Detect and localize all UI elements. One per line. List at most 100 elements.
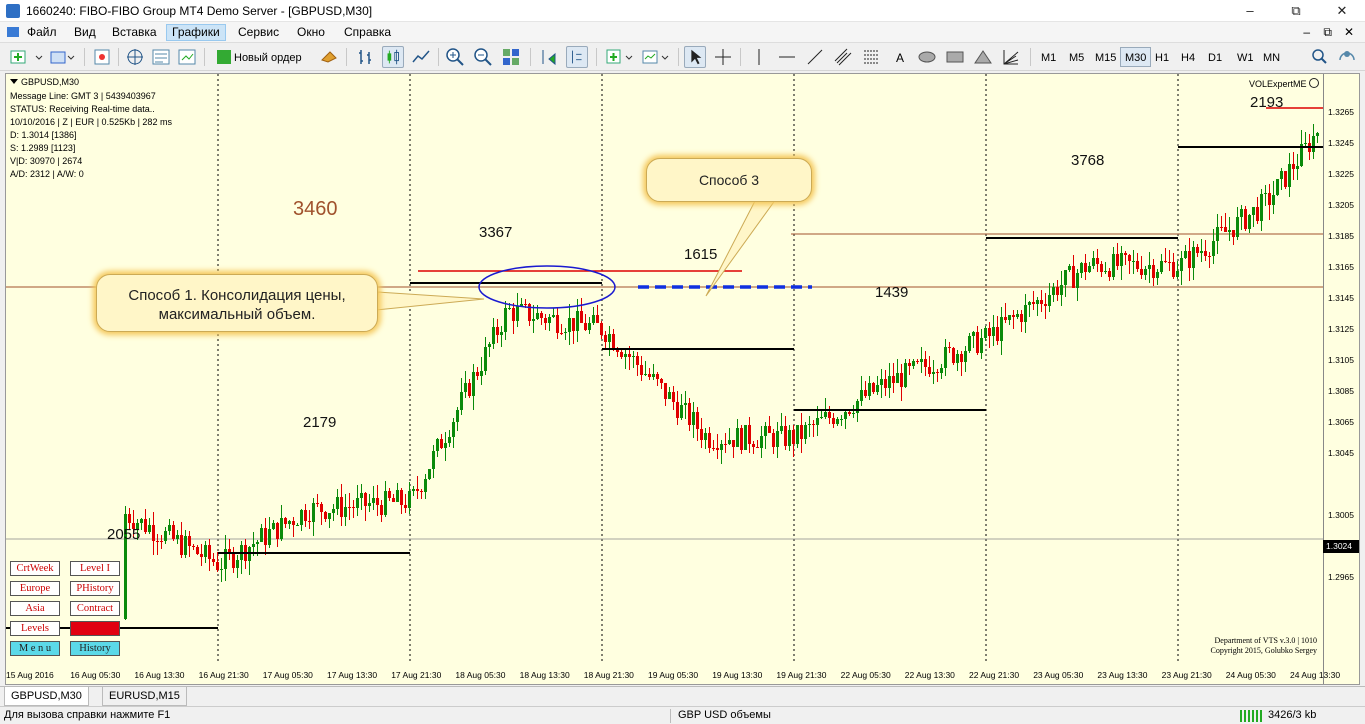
mdi-restore-button[interactable]: ⧉ [1318,24,1337,41]
candle-body [352,507,355,508]
ellipse-icon[interactable] [916,46,938,68]
navigator-icon[interactable] [124,46,146,68]
candle-body [600,323,603,335]
cursor-icon[interactable] [684,46,706,68]
menu-charts[interactable]: Графики [166,24,226,41]
candle-body [236,560,239,568]
terminal-icon[interactable] [150,46,172,68]
time-tick: 24 Aug 05:30 [1225,670,1276,680]
templates-icon[interactable] [640,46,672,68]
candle-body [196,547,199,554]
tab-eurusd-m15[interactable]: EURUSD,M15 [102,687,187,706]
candlestick-icon[interactable] [382,46,404,68]
timeframe-m15[interactable]: M15 [1090,47,1121,67]
search-icon[interactable] [1308,46,1330,68]
timeframe-m30[interactable]: M30 [1120,47,1152,67]
panel-button[interactable]: Asia [10,601,60,616]
panel-button[interactable]: Europe [10,581,60,596]
candle-body [1288,164,1291,187]
new-chart-icon[interactable] [8,46,48,68]
close-button[interactable]: ✕ [1319,0,1365,22]
chart-menu-icon[interactable] [2,24,20,41]
panel-button[interactable]: PHistory [70,581,120,596]
panel-button[interactable]: Level I [70,561,120,576]
volume-label: 3768 [1071,152,1105,169]
tile-windows-icon[interactable] [500,46,522,68]
chart-window[interactable]: GBPUSD,M30 Message Line: GMT 3 | 5439403… [5,73,1360,685]
new-order-button[interactable]: Новый ордер [212,47,312,67]
callout-method-3: Способ 3 [646,158,812,202]
candle-body [956,354,959,363]
mdi-close-button[interactable]: ✕ [1339,24,1359,41]
time-tick: 18 Aug 13:30 [519,670,570,680]
menu-window[interactable]: Окно [292,24,330,41]
trendline-icon[interactable] [804,46,826,68]
crosshair-icon[interactable] [712,46,734,68]
auto-scroll-icon[interactable] [538,46,560,68]
timeframe-d1[interactable]: D1 [1203,47,1227,67]
price-tick: 1.2965 [1328,571,1354,582]
menu-insert[interactable]: Вставка [107,24,162,41]
panel-button[interactable] [70,621,120,636]
candle-body [404,505,407,508]
panel-button[interactable]: History [70,641,120,656]
panel-button[interactable]: Contract [70,601,120,616]
community-icon[interactable] [1336,46,1358,68]
fibonacci-icon[interactable] [860,46,882,68]
candle-body [732,440,735,447]
collapse-arrow-icon[interactable] [10,79,18,84]
menu-file[interactable]: Файл [22,24,62,41]
tab-gbpusd-m30[interactable]: GBPUSD,M30 [4,687,89,706]
horizontal-line-icon[interactable] [776,46,798,68]
menu-tools[interactable]: Сервис [233,24,284,41]
timeframe-h1[interactable]: H1 [1150,47,1174,67]
line-chart-icon[interactable] [410,46,432,68]
zoom-in-icon[interactable] [444,46,466,68]
timeframe-mn[interactable]: MN [1258,47,1285,67]
candle-body [508,308,511,309]
timeframe-w1[interactable]: W1 [1232,47,1259,67]
indicators-icon[interactable] [604,46,636,68]
minimize-button[interactable]: – [1227,0,1273,22]
candle-body [372,498,375,503]
menu-help[interactable]: Справка [339,24,396,41]
profiles-icon[interactable] [48,46,78,68]
candle-body [808,424,811,425]
candle-body [648,374,651,377]
panel-button[interactable]: CrtWeek [10,561,60,576]
chart-shift-icon[interactable] [566,46,588,68]
rectangle-icon[interactable] [944,46,966,68]
candle-body [1112,254,1115,277]
fibo-fan-icon[interactable] [1000,46,1022,68]
timeframe-m1[interactable]: M1 [1036,47,1061,67]
mdi-minimize-button[interactable]: – [1298,24,1315,41]
price-tick: 1.3165 [1328,261,1354,272]
tester-icon[interactable] [176,46,198,68]
volume-label: 1439 [875,284,909,301]
candle-body [656,374,659,379]
bar-chart-icon[interactable] [354,46,376,68]
callout-method-1: Способ 1. Консолидация цены, максимальны… [96,274,378,332]
panel-button[interactable]: Levels [10,621,60,636]
candle-body [516,306,519,321]
zoom-out-icon[interactable] [472,46,494,68]
time-tick: 22 Aug 05:30 [840,670,891,680]
triangle-icon[interactable] [972,46,994,68]
candle-body [1088,266,1091,272]
market-watch-icon[interactable] [92,46,112,68]
candle-body [544,318,547,323]
timeframe-m5[interactable]: M5 [1064,47,1089,67]
candle-body [592,315,595,323]
maximize-button[interactable]: ⧉ [1273,0,1319,22]
menu-view[interactable]: Вид [69,24,101,41]
text-tool-button[interactable]: A [890,47,910,67]
time-tick: 24 Aug 13:30 [1290,670,1341,680]
timeframe-h4[interactable]: H4 [1176,47,1200,67]
expert-advisors-icon[interactable] [318,46,340,68]
candle-body [932,372,935,374]
vertical-line-icon[interactable] [748,46,770,68]
panel-button[interactable]: M e n u [10,641,60,656]
candle-body [1156,272,1159,278]
candle-body [264,528,267,545]
equidistant-channel-icon[interactable] [832,46,854,68]
